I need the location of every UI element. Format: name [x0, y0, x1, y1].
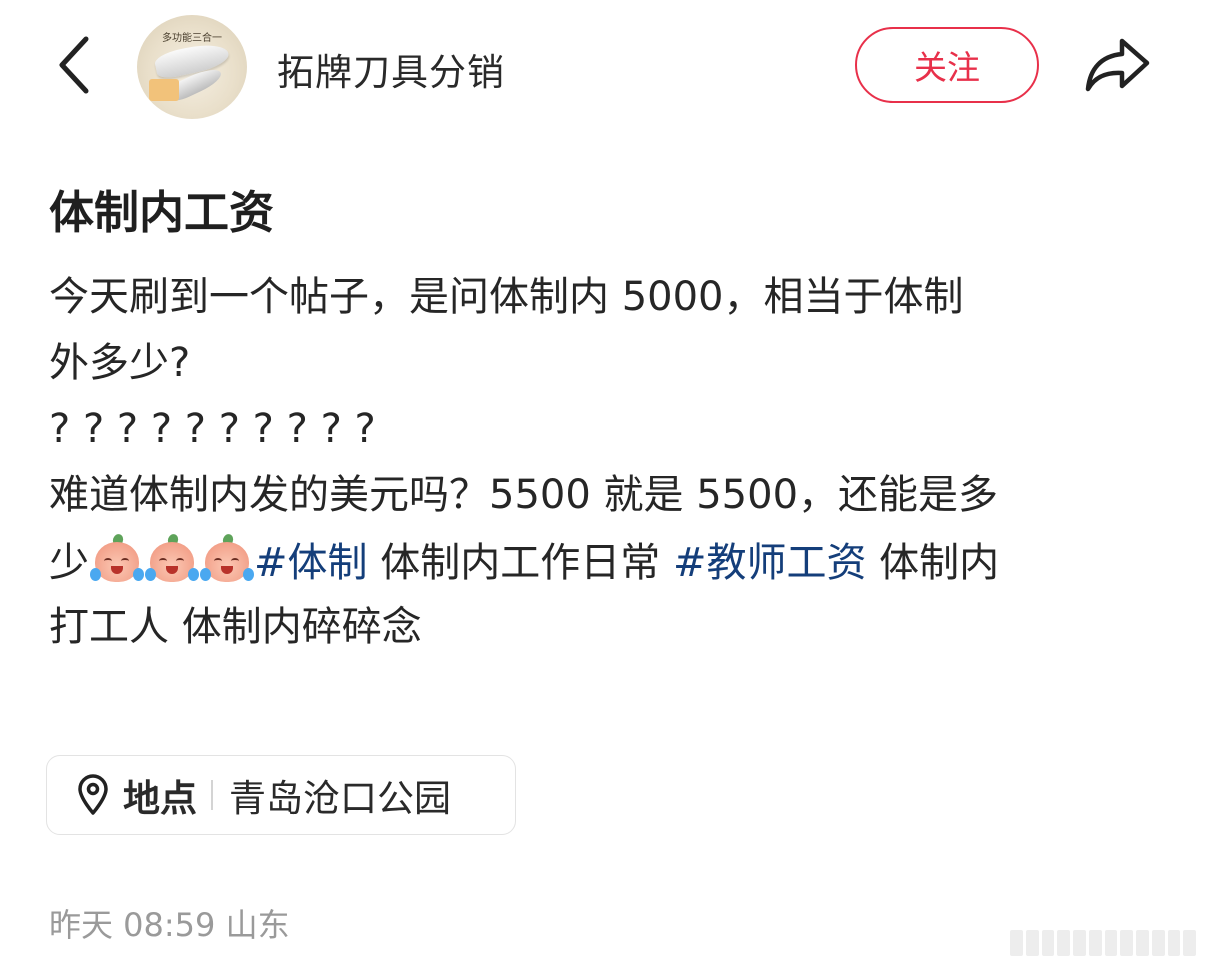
avatar[interactable]: 多功能三合一 — [137, 15, 247, 119]
post-text-line: 少 #体制 体制内工作日常 #教师工资 体制内 — [49, 532, 1159, 590]
post-text-line: 难道体制内发的美元吗？5500 就是 5500，还能是多 — [49, 472, 999, 518]
account-name[interactable]: 拓牌刀具分销 — [277, 42, 505, 96]
avatar-badge — [149, 79, 179, 101]
chevron-left-icon — [59, 36, 89, 94]
post-text-fragment: 体制内工作日常 — [367, 540, 673, 586]
avatar-caption: 多功能三合一 — [162, 33, 222, 44]
hashtag-link[interactable]: #体制 — [254, 540, 368, 586]
hashtag-link[interactable]: #教师工资 — [673, 540, 867, 586]
location-tag[interactable]: 地点 青岛沧口公园 — [46, 755, 516, 835]
crying-peach-emoji — [144, 532, 200, 584]
location-value: 青岛沧口公园 — [229, 777, 451, 820]
post-title: 体制内工资 — [49, 186, 275, 239]
post-text-line: 今天刷到一个帖子，是问体制内 5000，相当于体制 — [49, 274, 964, 320]
crying-peach-emoji — [89, 532, 145, 584]
post-body: 今天刷到一个帖子，是问体制内 5000，相当于体制 外多少? ? ? ? ? ?… — [49, 268, 1159, 664]
post-text-fragment: 少 — [49, 540, 89, 586]
back-button[interactable] — [44, 30, 104, 100]
post-text-line: 打工人 体制内碎碎念 — [49, 604, 422, 650]
watermark — [1010, 930, 1196, 956]
location-label: 地点 — [123, 777, 197, 820]
crying-peach-emoji — [199, 532, 255, 584]
post-text-line: 外多少? — [49, 340, 191, 386]
post-text-fragment: 体制内 — [866, 540, 1000, 586]
follow-button[interactable]: 关注 — [855, 27, 1039, 103]
post-timestamp: 昨天 08:59 山东 — [49, 906, 290, 944]
top-bar: 多功能三合一 拓牌刀具分销 关注 — [0, 0, 1206, 134]
share-arrow-icon — [1085, 38, 1150, 92]
post-text-line: ? ? ? ? ? ? ? ? ? ? — [49, 406, 376, 452]
location-divider — [211, 780, 213, 810]
location-pin-icon — [75, 773, 111, 817]
share-button[interactable] — [1080, 30, 1156, 100]
post-detail-page: 多功能三合一 拓牌刀具分销 关注 体制内工资 今天刷到一个帖子，是问体制内 50… — [0, 0, 1206, 973]
